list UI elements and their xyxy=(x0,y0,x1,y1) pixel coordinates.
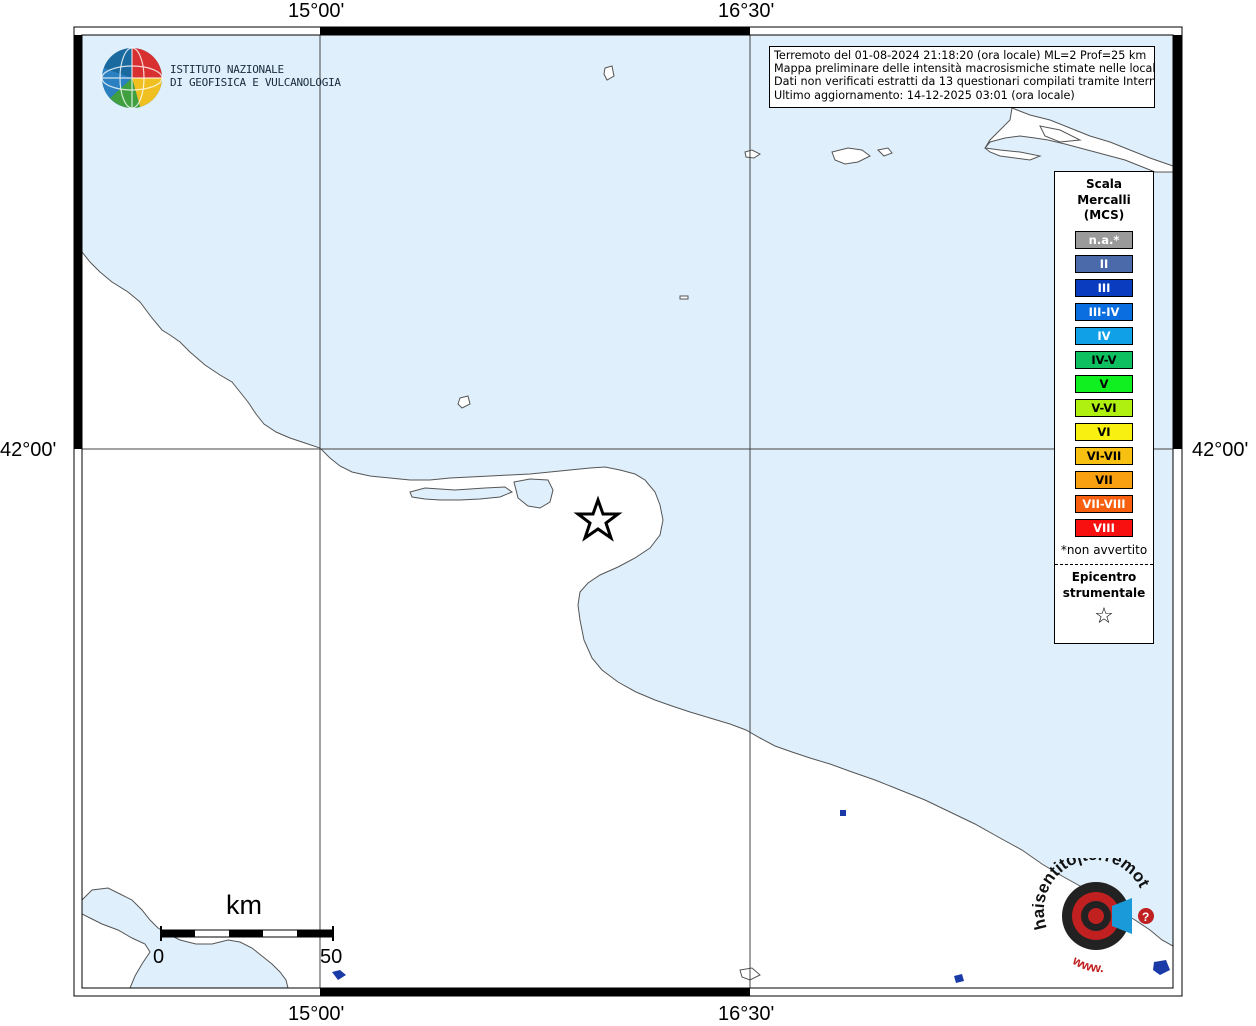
lat-label-left: 42°00' xyxy=(0,439,57,461)
haisentito-icon: haisentito|terremoto.it www. ? xyxy=(1027,843,1154,975)
legend-item-vii-viii: VII-VIII xyxy=(1075,494,1133,513)
legend-item-iv: IV xyxy=(1075,326,1133,345)
legend-item-vi-vii: VI-VII xyxy=(1075,446,1133,465)
event-info-line1: Terremoto del 01-08-2024 21:18:20 (ora l… xyxy=(774,49,1147,62)
event-info-line2: Mappa preliminare delle intensità macros… xyxy=(774,62,1155,76)
mcs-legend: Scala Mercalli (MCS) n.a.* II III III-IV IV I… xyxy=(1054,171,1154,644)
legend-separator xyxy=(1055,563,1153,565)
legend-epicenter-line2: strumentale xyxy=(1062,585,1146,600)
legend-title-line3: (MCS) xyxy=(1083,208,1125,222)
legend-item-n-a-: n.a.* xyxy=(1075,230,1133,249)
svg-text:?: ? xyxy=(1142,910,1149,924)
legend-item-vi: VI xyxy=(1075,422,1133,441)
lon-label-top-1: 15°00' xyxy=(288,0,345,22)
legend-title: Scala Mercalli (MCS) xyxy=(1055,177,1153,224)
legend-items: n.a.* II III III-IV IV IV-V V V-VI VI VI-VII VII VI… xyxy=(1055,230,1153,537)
lon-label-top-2: 16°30' xyxy=(718,0,775,22)
legend-item-vii: VII xyxy=(1075,470,1133,489)
haisentito-logo: haisentito|terremoto.it www. ? xyxy=(1027,843,1162,983)
legend-title-line1: Scala xyxy=(1085,177,1123,191)
legend-item-ii: II xyxy=(1075,254,1133,273)
ingv-logo xyxy=(100,46,164,115)
scale-max: 50 xyxy=(320,946,343,968)
event-info-line3: Dati non verificati estratti da 13 quest… xyxy=(774,75,1155,89)
station-marker xyxy=(840,810,846,816)
legend-item-v-vi: V-VI xyxy=(1075,398,1133,417)
scale-min: 0 xyxy=(153,946,165,968)
ingv-name: ISTITUTO NAZIONALE DI GEOFISICA E VULCAN… xyxy=(170,63,341,89)
globe-icon xyxy=(101,47,163,109)
lon-label-bottom-1: 15°00' xyxy=(288,1003,345,1025)
legend-item-iii-iv: III-IV xyxy=(1075,302,1133,321)
legend-na-note: *non avvertito xyxy=(1060,542,1148,557)
scale-unit: km xyxy=(226,890,262,920)
island-7 xyxy=(679,295,689,300)
ingv-name-line1: ISTITUTO NAZIONALE xyxy=(170,63,284,76)
legend-item-v: V xyxy=(1075,374,1133,393)
legend-epicenter-title: Epicentro strumentale xyxy=(1055,569,1153,601)
legend-item-iii: III xyxy=(1075,278,1133,297)
event-info-line4: Ultimo aggiornamento: 14-12-2025 03:01 (… xyxy=(774,88,1075,102)
legend-epicenter-line1: Epicentro xyxy=(1071,569,1137,584)
lat-label-right: 42°00' xyxy=(1192,439,1249,461)
legend-item-viii: VIII xyxy=(1075,518,1133,537)
legend-title-line2: Mercalli xyxy=(1077,192,1131,207)
svg-text:www.: www. xyxy=(1069,952,1103,975)
event-info-box: Terremoto del 01-08-2024 21:18:20 (ora l… xyxy=(769,46,1155,108)
lon-label-bottom-2: 16°30' xyxy=(718,1003,775,1025)
haisentito-www: www. xyxy=(1069,952,1103,975)
star-icon: ☆ xyxy=(1094,603,1114,629)
ingv-name-line2: DI GEOFISICA E VULCANOLOGIA xyxy=(170,76,341,89)
legend-item-iv-v: IV-V xyxy=(1075,350,1133,369)
